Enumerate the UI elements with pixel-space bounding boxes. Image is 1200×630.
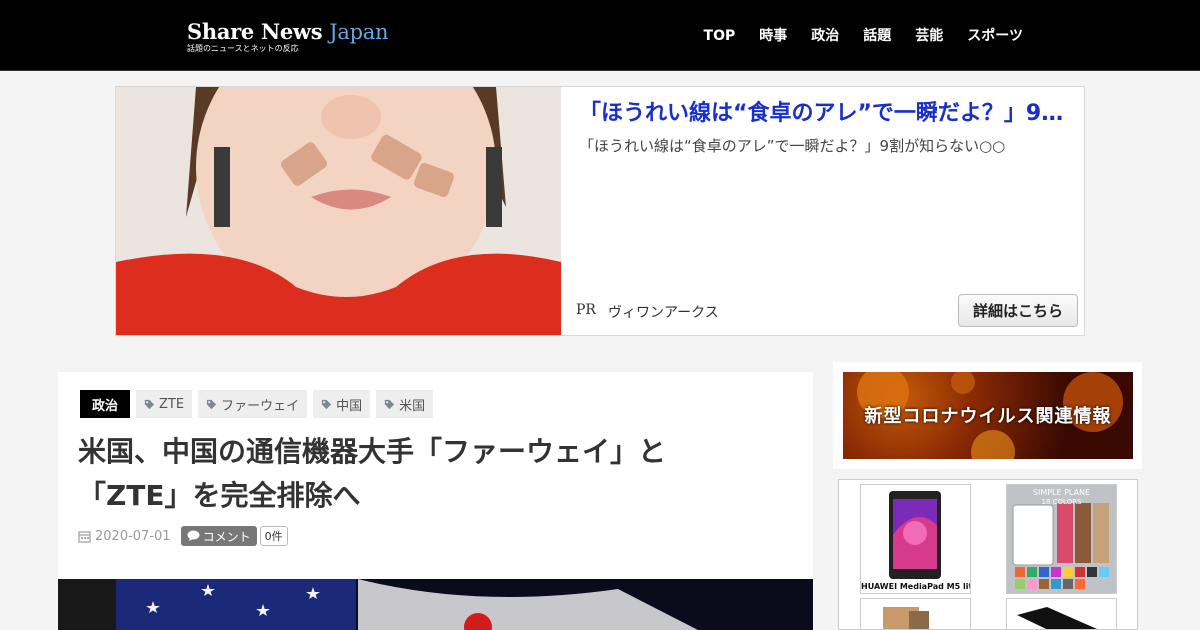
calendar-icon xyxy=(78,530,91,543)
main-nav: TOP 時事 政治 話題 芸能 スポーツ xyxy=(704,26,1023,46)
tablet-image xyxy=(861,485,970,593)
corona-banner-image[interactable]: 新型コロナウイルス関連情報 xyxy=(843,372,1133,459)
logo-tagline: 話題のニュースとネットの反応 xyxy=(187,44,299,53)
ad-title[interactable]: 「ほうれい線は“食卓のアレ”で一瞬だよ？」9割が知らない xyxy=(579,99,1074,129)
ad-banner[interactable]: 「ほうれい線は“食卓のアレ”で一瞬だよ？」9割が知らない 「ほうれい線は“食卓の… xyxy=(115,86,1085,336)
tag-huawei[interactable]: ファーウェイ xyxy=(198,390,308,418)
tag-zte[interactable]: ZTE xyxy=(136,390,193,418)
product-4[interactable] xyxy=(1006,598,1117,629)
tag-icon xyxy=(385,399,395,409)
pr-label: PR xyxy=(576,302,596,318)
product-4-image xyxy=(1007,599,1116,629)
product-phone-case[interactable]: SIMPLE PLANE 18 COLORS xyxy=(1006,484,1117,594)
article-meta: 2020-07-01 コメント 0件 xyxy=(78,526,288,546)
post-date: 2020-07-01 xyxy=(78,529,171,544)
product-tablet[interactable]: HUAWEI MediaPad M5 lite xyxy=(860,484,971,594)
ad-details-button[interactable]: 詳細はこちら xyxy=(958,294,1078,327)
tag-china[interactable]: 中国 xyxy=(313,390,371,418)
site-logo[interactable]: Share News Japan 話題のニュースとネットの反応 xyxy=(187,20,388,54)
ad-sponsor: PR ヴィワンアークス xyxy=(576,302,719,322)
nav-item-sports[interactable]: スポーツ xyxy=(967,26,1023,46)
product-tablet-label: HUAWEI MediaPad M5 lite xyxy=(861,582,971,591)
nav-item-politics[interactable]: 政治 xyxy=(811,26,839,46)
sponsor-name: ヴィワンアークス xyxy=(607,305,719,321)
tag-icon xyxy=(206,399,217,409)
nav-item-top[interactable]: TOP xyxy=(704,26,736,46)
ad-description[interactable]: 「ほうれい線は“食卓のアレ”で一瞬だよ？」9割が知らない○○ xyxy=(579,135,1074,157)
corona-banner-label: 新型コロナウイルス関連情報 xyxy=(864,406,1112,427)
nav-item-current-events[interactable]: 時事 xyxy=(759,26,787,46)
nav-item-entertainment[interactable]: 芸能 xyxy=(915,26,943,46)
corona-info-banner[interactable]: 新型コロナウイルス関連情報 xyxy=(833,362,1142,469)
nav-item-topics[interactable]: 話題 xyxy=(863,26,891,46)
tag-usa[interactable]: 米国 xyxy=(376,390,434,418)
product-case-brand: SIMPLE PLANE xyxy=(1032,488,1091,497)
category-badge[interactable]: 政治 xyxy=(80,390,131,418)
ad-image[interactable] xyxy=(116,87,561,335)
logo-title: Share News Japan xyxy=(187,19,389,45)
article-hero-image xyxy=(58,579,813,630)
tag-icon xyxy=(144,399,155,409)
tag-list: 政治 ZTE ファーウェイ 中国 米国 xyxy=(80,390,434,418)
tag-icon xyxy=(322,399,332,409)
comment-link[interactable]: コメント xyxy=(180,526,257,546)
product-3[interactable] xyxy=(860,598,971,629)
article-card: 政治 ZTE ファーウェイ 中国 米国 米国、中国の通信機器大手「ファーウェイ」… xyxy=(58,372,813,630)
product-ad-grid: HUAWEI MediaPad M5 lite SIMPLE PLANE 18 … xyxy=(838,479,1138,630)
site-header: Share News Japan 話題のニュースとネットの反応 TOP 時事 政… xyxy=(0,0,1200,71)
product-3-image xyxy=(861,599,970,629)
comment-count: 0件 xyxy=(259,526,288,546)
speech-bubble-icon xyxy=(187,530,200,541)
product-case-colors: 18 COLORS xyxy=(1041,498,1082,506)
article-headline: 米国、中国の通信機器大手「ファーウェイ」と「ZTE」を完全排除へ xyxy=(78,435,667,512)
